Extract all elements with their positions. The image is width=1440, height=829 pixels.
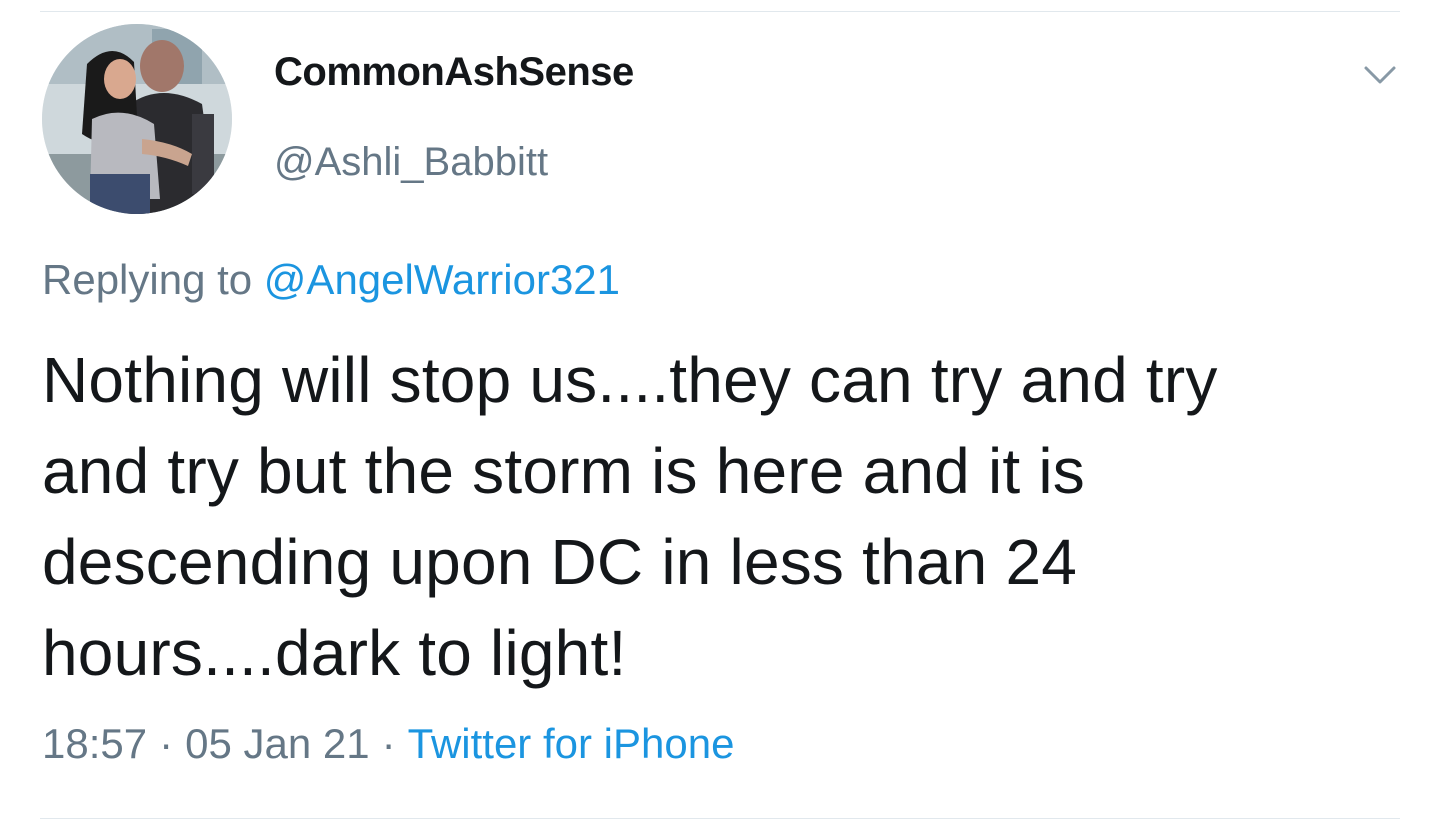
top-divider xyxy=(40,11,1400,12)
meta-separator: · xyxy=(381,720,396,767)
replying-mention-link[interactable]: @AngelWarrior321 xyxy=(264,256,620,303)
display-name[interactable]: CommonAshSense xyxy=(274,50,634,95)
tweet-meta: 18:57 · 05 Jan 21 · Twitter for iPhone xyxy=(42,720,734,768)
tweet-source-link[interactable]: Twitter for iPhone xyxy=(408,720,735,767)
avatar[interactable] xyxy=(42,24,232,214)
tweet-time[interactable]: 18:57 xyxy=(42,720,147,767)
replying-prefix: Replying to xyxy=(42,256,253,303)
bottom-divider xyxy=(40,818,1400,819)
tweet-text: Nothing will stop us....they can try and… xyxy=(42,344,1218,689)
user-handle[interactable]: @Ashli_Babbitt xyxy=(274,140,548,185)
meta-separator: · xyxy=(159,720,174,767)
replying-to: Replying to @AngelWarrior321 xyxy=(42,256,620,304)
tweet-date[interactable]: 05 Jan 21 xyxy=(185,720,370,767)
avatar-photo xyxy=(42,24,232,214)
chevron-down-icon[interactable] xyxy=(1360,56,1400,96)
